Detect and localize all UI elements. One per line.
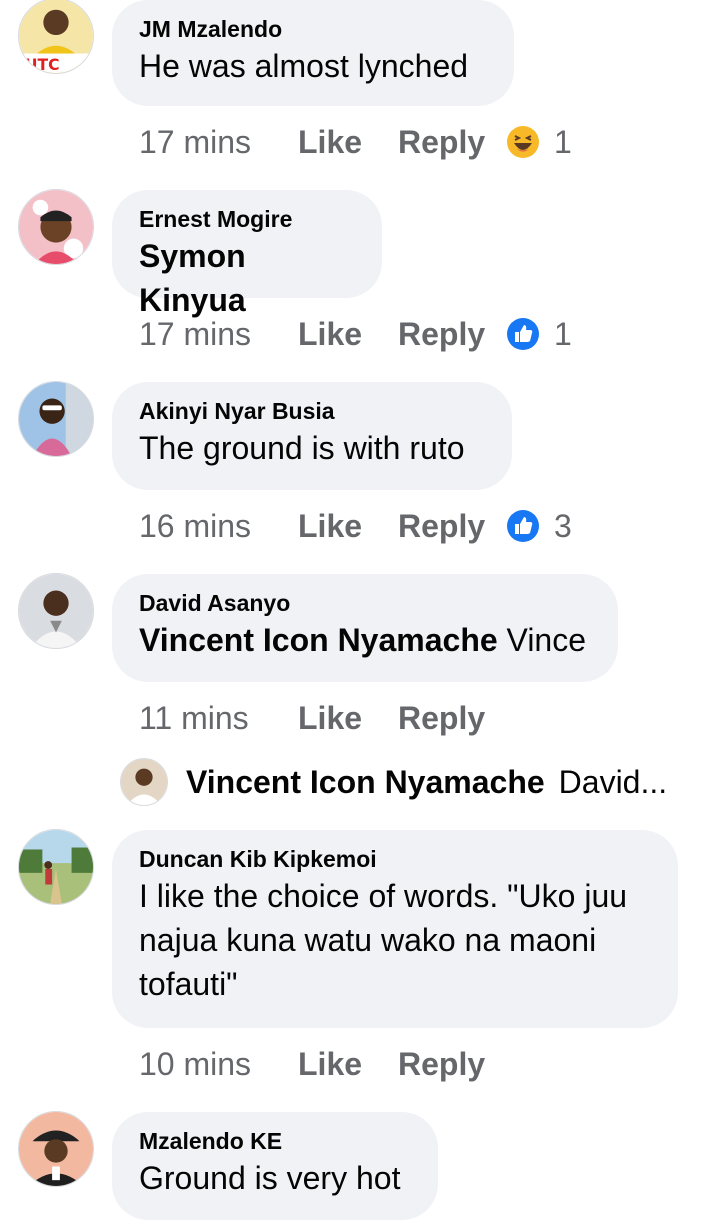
comment-bubble: Duncan Kib Kipkemoi I like the choice of… (112, 830, 678, 1028)
reply-button[interactable]: Reply (398, 700, 506, 737)
avatar[interactable]: UTC (18, 0, 94, 74)
like-button[interactable]: Like (298, 1046, 398, 1083)
comment-actions: 17 mins Like Reply 1 (139, 314, 572, 354)
reaction-summary[interactable]: 3 (506, 508, 572, 545)
comment-text-line: najua kuna watu wako na maoni (139, 922, 597, 958)
mention-tag[interactable]: Symon Kinyua (139, 238, 246, 318)
reply-button[interactable]: Reply (398, 1046, 506, 1083)
like-button[interactable]: Like (298, 700, 398, 737)
avatar[interactable] (18, 1111, 94, 1187)
like-thumb-icon (506, 509, 540, 543)
comment-author[interactable]: Ernest Mogire (139, 204, 355, 234)
comment-time[interactable]: 16 mins (139, 508, 298, 545)
comment-author[interactable]: Mzalendo KE (139, 1126, 411, 1156)
like-button[interactable]: Like (298, 508, 398, 545)
comment-text-line: tofauti" (139, 966, 238, 1002)
reply-author[interactable]: Vincent Icon Nyamache (186, 764, 545, 801)
like-button[interactable]: Like (298, 316, 398, 353)
reaction-count: 3 (554, 507, 572, 544)
reply-preview[interactable]: Vincent Icon Nyamache David... (120, 757, 667, 807)
comment-time[interactable]: 17 mins (139, 316, 298, 353)
comment-text: Ground is very hot (139, 1160, 401, 1196)
comment-time[interactable]: 10 mins (139, 1046, 298, 1083)
reply-text: David... (558, 763, 668, 800)
comment-actions: 11 mins Like Reply (139, 698, 506, 738)
comment-author[interactable]: David Asanyo (139, 588, 591, 618)
comment-actions: 16 mins Like Reply 3 (139, 506, 572, 546)
reaction-summary[interactable]: 1 (506, 124, 572, 161)
comment-text: Vincent Icon Nyamache Vince (139, 618, 591, 662)
comment-actions: 17 mins Like Reply 1 (139, 122, 572, 162)
comment-bubble: Akinyi Nyar Busia The ground is with rut… (112, 382, 512, 490)
haha-emoji-icon (506, 125, 540, 159)
avatar-logo-text: UTC (25, 56, 60, 73)
avatar[interactable] (18, 189, 94, 265)
comment-author[interactable]: Duncan Kib Kipkemoi (139, 844, 651, 874)
like-button[interactable]: Like (298, 124, 398, 161)
reaction-count: 1 (554, 315, 572, 352)
avatar (120, 758, 168, 806)
comment-text: Symon Kinyua (139, 234, 355, 322)
comment-author[interactable]: JM Mzalendo (139, 14, 487, 44)
comment-time[interactable]: 17 mins (139, 124, 298, 161)
mention-tag[interactable]: Vincent Icon Nyamache (139, 622, 498, 658)
comment-text-body: Vince (506, 622, 587, 658)
comment-text-line: I like the choice of words. "Uko juu (139, 878, 628, 914)
comment-text: He was almost lynched (139, 48, 469, 84)
reaction-summary[interactable]: 1 (506, 316, 572, 353)
comment-bubble: David Asanyo Vincent Icon Nyamache Vince (112, 574, 618, 682)
avatar[interactable] (18, 573, 94, 649)
avatar[interactable] (18, 829, 94, 905)
comment-author[interactable]: Akinyi Nyar Busia (139, 396, 485, 426)
avatar[interactable] (18, 381, 94, 457)
reaction-count: 1 (554, 123, 572, 160)
reply-button[interactable]: Reply (398, 124, 506, 161)
comment-text: The ground is with ruto (139, 430, 465, 466)
reply-button[interactable]: Reply (398, 316, 506, 353)
comment-bubble: JM Mzalendo He was almost lynched (112, 0, 514, 106)
reply-button[interactable]: Reply (398, 508, 506, 545)
comment-bubble: Ernest Mogire Symon Kinyua (112, 190, 382, 318)
comment-bubble: Mzalendo KE Ground is very hot (112, 1112, 438, 1220)
like-thumb-icon (506, 317, 540, 351)
comment-actions: 10 mins Like Reply (139, 1044, 506, 1084)
comment-time[interactable]: 11 mins (139, 700, 298, 737)
